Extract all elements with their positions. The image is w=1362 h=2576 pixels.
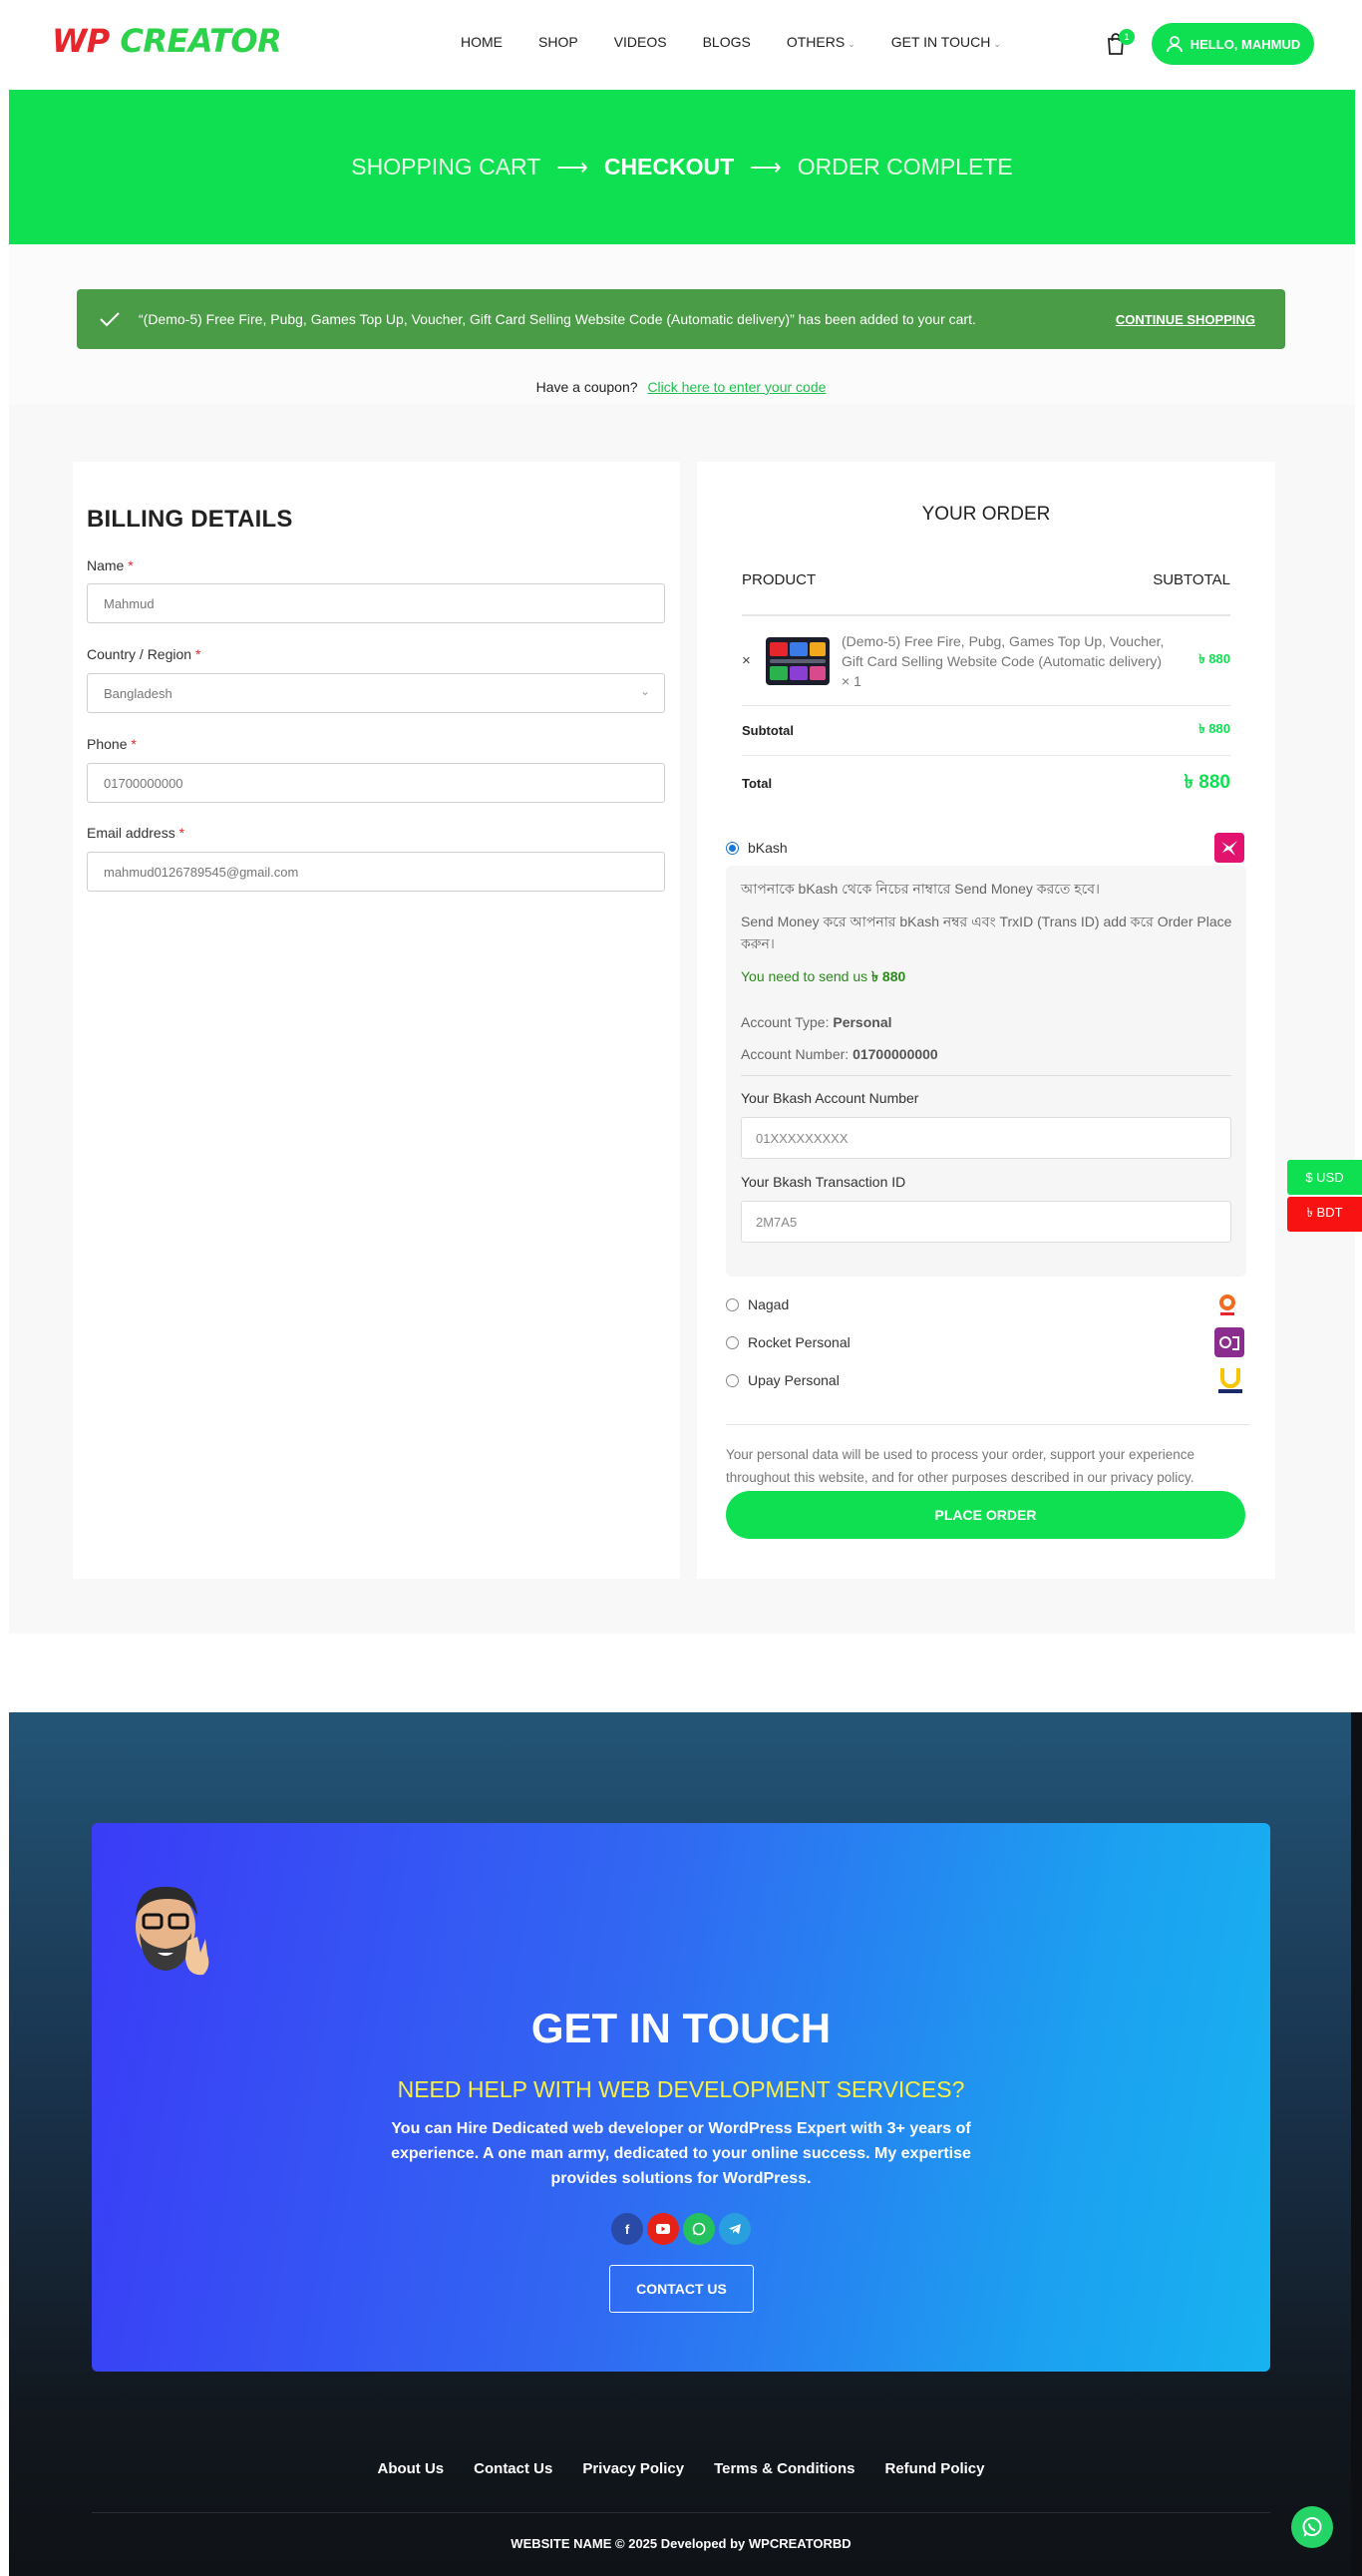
checkout-steps-banner: SHOPPING CART ⟶ CHECKOUT ⟶ ORDER COMPLET…: [9, 90, 1355, 244]
total-row: Total ৳ 880: [742, 771, 1230, 793]
footer-link-refund[interactable]: Refund Policy: [884, 2460, 984, 2477]
payment-option-nagad[interactable]: Nagad: [726, 1291, 1244, 1317]
order-item-row: × (Demo-5) Free Fire, Pubg, Games Top Up…: [742, 616, 1230, 706]
footer-edge: [1351, 1712, 1362, 2576]
phone-field[interactable]: 01700000000: [87, 763, 665, 803]
cta-subtitle: NEED HELP WITH WEB DEVELOPMENT SERVICES?: [397, 2076, 965, 2102]
payment-option-rocket[interactable]: Rocket Personal: [726, 1327, 1244, 1357]
product-quantity: × 1: [842, 672, 861, 689]
order-title: YOUR ORDER: [921, 504, 1051, 525]
nagad-logo-icon: [1219, 1294, 1235, 1315]
whatsapp-icon: [1302, 2517, 1322, 2537]
coupon-link[interactable]: Click here to enter your code: [647, 379, 826, 395]
step-shopping-cart[interactable]: SHOPPING CART: [351, 154, 540, 181]
currency-bdt-button[interactable]: ৳ BDT: [1287, 1197, 1362, 1232]
product-price: ৳ 880: [1198, 651, 1230, 666]
nav-blogs[interactable]: BLOGS: [703, 34, 751, 50]
cta-description: You can Hire Dedicated web developer or …: [391, 2120, 971, 2187]
account-button[interactable]: HELLO, MAHMUD: [1152, 23, 1314, 65]
payment-option-bkash[interactable]: bKash: [726, 833, 1244, 863]
email-label: Email address *: [87, 825, 185, 841]
nav-shop[interactable]: SHOP: [538, 34, 578, 50]
step-checkout: CHECKOUT: [603, 154, 735, 180]
avatar: [136, 1886, 209, 1976]
rocket-logo-icon: [1214, 1327, 1244, 1357]
footer-link-contact[interactable]: Contact Us: [474, 2460, 552, 2477]
country-select[interactable]: Bangladesh ⌄: [87, 673, 665, 713]
subtotal-row: Subtotal ৳ 880: [742, 706, 1230, 756]
footer-divider: [92, 2512, 1270, 2513]
footer-link-privacy[interactable]: Privacy Policy: [582, 2460, 684, 2477]
order-table-header: PRODUCT SUBTOTAL: [742, 571, 1230, 616]
product-name: (Demo-5) Free Fire, Pubg, Games Top Up, …: [842, 632, 1165, 689]
footer-links: About Us Contact Us Privacy Policy Terms…: [0, 2460, 1362, 2477]
whatsapp-chat-button[interactable]: [1291, 2506, 1333, 2548]
footer-link-terms[interactable]: Terms & Conditions: [714, 2460, 854, 2477]
payment-option-upay[interactable]: Upay Personal: [726, 1365, 1244, 1395]
bkash-trx-label: Your Bkash Transaction ID: [741, 1174, 906, 1190]
coupon-prompt: Have a coupon? Click here to enter your …: [535, 379, 827, 395]
get-in-touch-card: GET IN TOUCH NEED HELP WITH WEB DEVELOPM…: [92, 1823, 1270, 2372]
chevron-down-icon: ⌄: [848, 39, 855, 49]
step-order-complete: ORDER COMPLETE: [797, 154, 1013, 180]
contact-us-button[interactable]: CONTACT US: [609, 2265, 754, 2313]
continue-shopping-link[interactable]: CONTINUE SHOPPING: [1116, 312, 1255, 327]
cta-title: GET IN TOUCH: [530, 2005, 832, 2051]
footer-link-about[interactable]: About Us: [377, 2460, 444, 2477]
site-logo[interactable]: WP CREATOR: [52, 22, 282, 60]
check-icon: [100, 312, 120, 327]
nav-get-in-touch[interactable]: GET IN TOUCH ⌄: [891, 34, 1001, 50]
nav-videos[interactable]: VIDEOS: [614, 34, 667, 50]
facebook-icon[interactable]: f: [611, 2213, 643, 2245]
place-order-button[interactable]: PLACE ORDER: [726, 1491, 1245, 1539]
phone-label: Phone *: [87, 736, 137, 752]
social-links: f: [611, 2213, 751, 2245]
youtube-icon[interactable]: [647, 2213, 679, 2245]
chevron-down-icon: ⌄: [993, 39, 1001, 49]
country-label: Country / Region *: [87, 646, 201, 662]
whatsapp-icon[interactable]: [683, 2213, 715, 2245]
billing-title: BILLING DETAILS: [87, 506, 293, 533]
telegram-icon[interactable]: [719, 2213, 751, 2245]
bkash-trx-input[interactable]: 2M7A5: [741, 1201, 1231, 1243]
bkash-logo-icon: [1214, 833, 1244, 863]
chevron-down-icon: ⌄: [639, 684, 650, 698]
cart-count-badge: 1: [1119, 29, 1135, 45]
notice-message: “(Demo-5) Free Fire, Pubg, Games Top Up,…: [139, 311, 976, 327]
upay-radio[interactable]: [726, 1373, 739, 1387]
arrow-right-icon: ⟶: [556, 154, 588, 180]
bkash-account-input[interactable]: 01XXXXXXXXX: [741, 1117, 1231, 1159]
bkash-radio[interactable]: [726, 841, 739, 855]
nav-others[interactable]: OTHERS ⌄: [787, 34, 855, 50]
your-order-panel: YOUR ORDER PRODUCT SUBTOTAL × (Demo-5) F…: [697, 462, 1275, 1579]
privacy-notice: Your personal data will be used to proce…: [726, 1424, 1250, 1489]
bkash-instructions-box: আপনাকে bKash থেকে নিচের নাম্বারে Send Mo…: [726, 866, 1246, 1277]
nav-home[interactable]: HOME: [461, 34, 503, 50]
remove-item-icon[interactable]: ×: [742, 652, 766, 669]
upay-logo-icon: [1218, 1368, 1242, 1393]
account-number: Account Number: 01700000000: [741, 1046, 938, 1062]
added-to-cart-notice: “(Demo-5) Free Fire, Pubg, Games Top Up,…: [77, 289, 1285, 349]
nagad-radio[interactable]: [726, 1297, 739, 1311]
copyright-text: WEBSITE NAME © 2025 Developed by WPCREAT…: [511, 2536, 851, 2551]
currency-usd-button[interactable]: $ USD: [1287, 1160, 1362, 1195]
send-amount-notice: You need to send us ৳ 880: [741, 968, 906, 984]
user-icon: [1166, 36, 1183, 53]
arrow-right-icon: ⟶: [750, 154, 782, 180]
product-thumbnail: [766, 636, 830, 685]
account-type: Account Type: Personal: [741, 1014, 892, 1030]
name-field[interactable]: Mahmud: [87, 583, 665, 623]
rocket-radio[interactable]: [726, 1335, 739, 1349]
name-label: Name *: [87, 557, 134, 573]
bkash-account-label: Your Bkash Account Number: [741, 1090, 919, 1106]
billing-details-panel: BILLING DETAILS Name * Mahmud Country / …: [73, 462, 680, 1579]
email-field[interactable]: mahmud0126789545@gmail.com: [87, 852, 665, 892]
main-nav: HOME SHOP VIDEOS BLOGS OTHERS ⌄ GET IN TO…: [461, 34, 1001, 50]
divider: [741, 1075, 1231, 1076]
